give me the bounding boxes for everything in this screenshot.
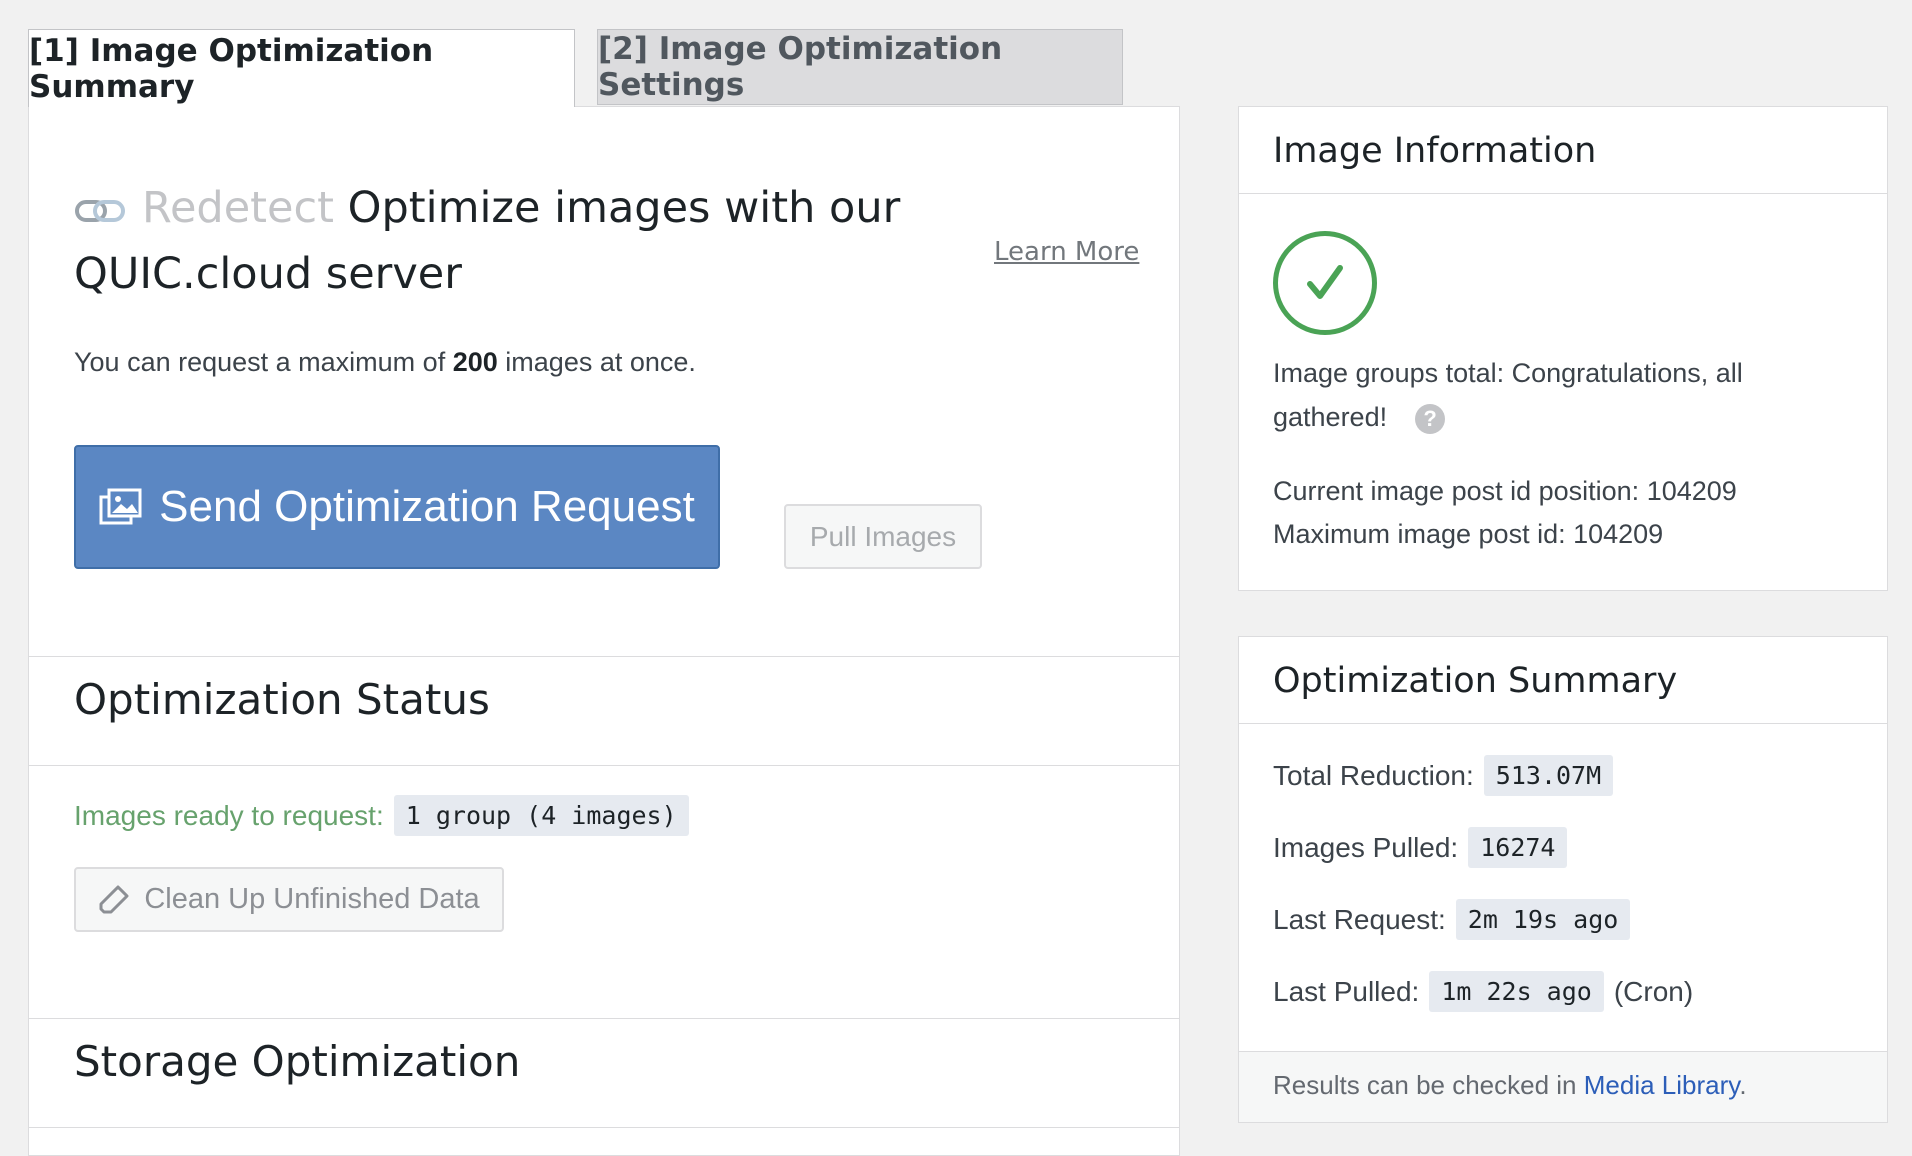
divider	[29, 656, 1179, 657]
images-pulled-value: 16274	[1468, 827, 1568, 868]
tab-image-optimization-summary[interactable]: [1] Image Optimization Summary	[28, 29, 575, 107]
ready-label: Images ready to request:	[74, 799, 384, 831]
ready-value: 1 group (4 images)	[393, 795, 689, 836]
eraser-icon	[99, 885, 129, 913]
images-icon	[99, 488, 142, 525]
summary-panel: Redetect Optimize images with our QUIC.c…	[28, 106, 1180, 1156]
last-pulled-label: Last Pulled:	[1273, 975, 1420, 1007]
divider	[1239, 723, 1887, 724]
help-icon[interactable]: ?	[1415, 403, 1446, 434]
send-button-label: Send Optimization Request	[159, 482, 695, 531]
divider	[29, 765, 1179, 766]
divider	[1239, 193, 1887, 194]
optimization-summary-card: Optimization Summary Total Reduction: 51…	[1238, 636, 1888, 1123]
hero-heading: Redetect Optimize images with our QUIC.c…	[74, 177, 1134, 305]
last-pulled-value: 1m 22s ago	[1429, 971, 1604, 1012]
limit-suffix: images at once.	[505, 347, 696, 377]
pull-images-button[interactable]: Pull Images	[784, 504, 982, 569]
limit-prefix: You can request a maximum of	[74, 347, 446, 377]
optimization-status-title: Optimization Status	[74, 675, 490, 724]
results-note-prefix: Results can be checked in	[1273, 1070, 1577, 1100]
tab-summary-label: [1] Image Optimization Summary	[29, 32, 434, 105]
learn-more-link[interactable]: Learn More	[994, 237, 1139, 267]
image-information-card: Image Information Image groups total: Co…	[1238, 106, 1888, 591]
checkmark-icon	[1273, 231, 1377, 335]
tab-settings-label: [2] Image Optimization Settings	[598, 31, 1003, 103]
last-request-value: 2m 19s ago	[1455, 899, 1631, 940]
pull-button-label: Pull Images	[809, 520, 957, 552]
last-request-label: Last Request:	[1273, 903, 1446, 935]
limit-count: 200	[452, 347, 498, 377]
last-pulled-row: Last Pulled: 1m 22s ago (Cron)	[1273, 971, 1693, 1012]
total-reduction-label: Total Reduction:	[1273, 759, 1474, 791]
redetect-link[interactable]: Redetect	[142, 183, 334, 233]
images-ready-row: Images ready to request: 1 group (4 imag…	[74, 795, 689, 836]
last-request-row: Last Request: 2m 19s ago	[1273, 899, 1631, 940]
last-pulled-suffix: (Cron)	[1613, 975, 1694, 1007]
clean-up-unfinished-data-button[interactable]: Clean Up Unfinished Data	[74, 867, 504, 932]
cleanup-button-label: Clean Up Unfinished Data	[144, 883, 480, 915]
link-chain-icon	[74, 181, 126, 243]
image-information-title: Image Information	[1273, 131, 1597, 171]
max-post-id-text: Maximum image post id: 104209	[1273, 519, 1664, 549]
results-note: Results can be checked in Media Library.	[1273, 1070, 1747, 1101]
groups-total-label: Image groups total: Congratulations, all…	[1273, 358, 1743, 432]
send-optimization-request-button[interactable]: Send Optimization Request	[74, 445, 720, 569]
storage-optimization-title: Storage Optimization	[74, 1037, 521, 1086]
tab-image-optimization-settings[interactable]: [2] Image Optimization Settings	[597, 29, 1123, 105]
optimization-summary-title: Optimization Summary	[1273, 661, 1678, 701]
request-limit-text: You can request a maximum of 200 images …	[74, 347, 696, 378]
media-library-link[interactable]: Media Library	[1584, 1070, 1740, 1100]
results-note-suffix: .	[1739, 1070, 1747, 1100]
groups-total-text: Image groups total: Congratulations, all…	[1273, 351, 1833, 439]
current-position-text: Current image post id position: 104209	[1273, 476, 1737, 506]
summary-footer: Results can be checked in Media Library.	[1239, 1051, 1887, 1122]
images-pulled-label: Images Pulled:	[1273, 831, 1459, 863]
divider	[29, 1018, 1179, 1019]
total-reduction-row: Total Reduction: 513.07M	[1273, 755, 1614, 796]
divider	[29, 1127, 1179, 1128]
images-pulled-row: Images Pulled: 16274	[1273, 827, 1568, 868]
total-reduction-value: 513.07M	[1483, 755, 1614, 796]
